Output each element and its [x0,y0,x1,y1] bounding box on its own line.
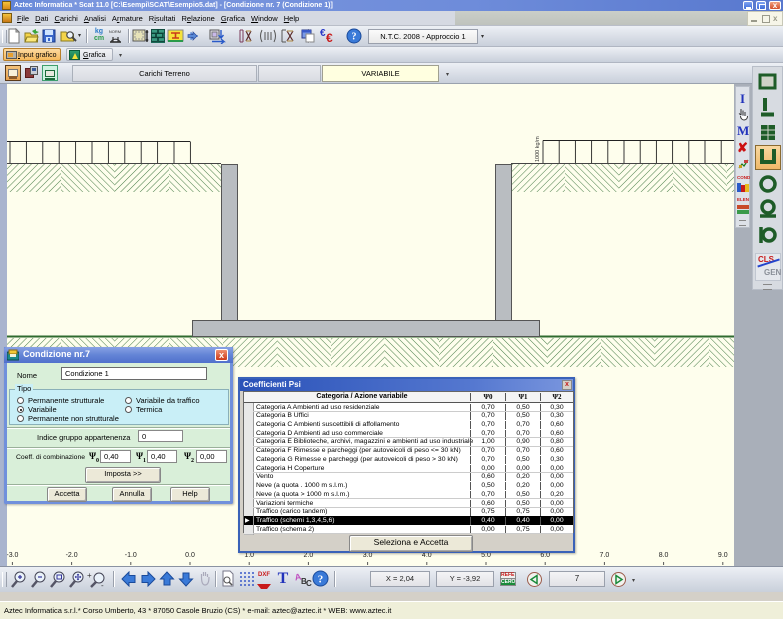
svg-text:?: ? [318,574,324,586]
svg-text:+: + [87,571,92,580]
svg-text:1000 kg/m: 1000 kg/m [535,136,541,162]
svg-text:NORM: NORM [109,29,121,34]
svg-text:2.0: 2.0 [304,552,314,559]
svg-text:9.0: 9.0 [718,552,728,559]
svg-text:3.0: 3.0 [363,552,373,559]
svg-text:4.0: 4.0 [422,552,432,559]
svg-text:0.0: 0.0 [185,552,195,559]
svg-text:6.0: 6.0 [540,552,550,559]
svg-text:5.0: 5.0 [481,552,491,559]
svg-text:-1.0: -1.0 [125,552,137,559]
svg-text:-: - [101,581,104,589]
svg-text:-3.0: -3.0 [7,552,19,559]
svg-text:7.0: 7.0 [600,552,610,559]
svg-text:?: ? [352,32,357,43]
svg-text:1.0: 1.0 [244,552,254,559]
svg-text:-2.0: -2.0 [66,552,78,559]
svg-text:8.0: 8.0 [659,552,669,559]
